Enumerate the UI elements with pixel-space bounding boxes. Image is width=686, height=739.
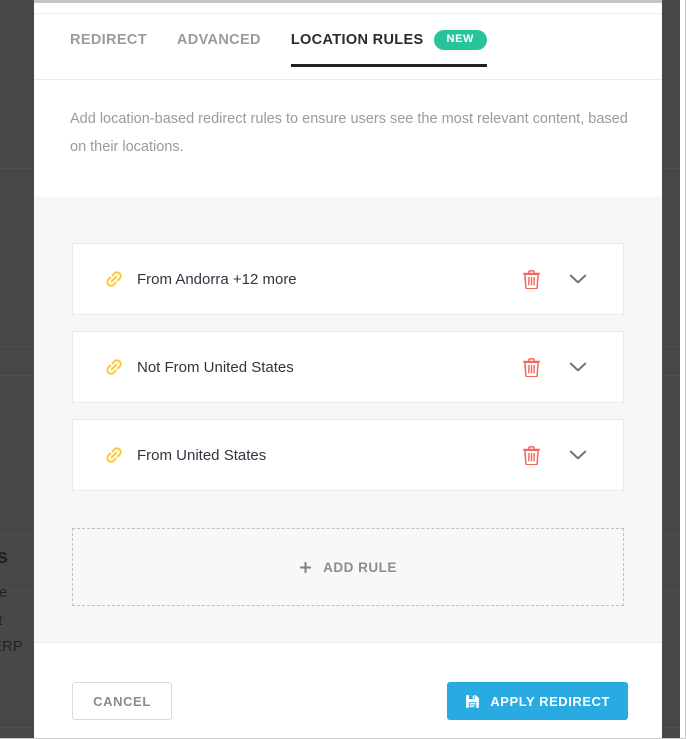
rule-label: From Andorra +12 more — [137, 270, 297, 288]
expand-rule-button[interactable] — [569, 361, 587, 373]
rule-list: From Andorra +12 more Not From United St… — [72, 243, 624, 507]
modal-top-accent-bar — [34, 0, 662, 3]
tab-advanced-label: ADVANCED — [176, 32, 261, 48]
modal-footer: CANCEL APPLY REDIRECT — [34, 644, 662, 738]
save-icon — [466, 694, 480, 708]
modal-tab-bar: REDIRECT ADVANCED LOCATION RULES NEW — [34, 14, 662, 80]
plus-icon — [300, 561, 312, 573]
delete-rule-button[interactable] — [523, 269, 540, 289]
link-icon — [106, 271, 122, 287]
row-actions — [523, 269, 587, 289]
apply-redirect-label: APPLY REDIRECT — [490, 693, 610, 709]
link-icon — [106, 359, 122, 375]
add-rule-label: ADD RULE — [323, 559, 397, 575]
apply-redirect-button[interactable]: APPLY REDIRECT — [447, 682, 628, 720]
chevron-down-icon — [569, 450, 587, 460]
tab-redirect-label: REDIRECT — [70, 32, 147, 48]
expand-rule-button[interactable] — [569, 273, 587, 285]
rule-label: Not From United States — [137, 358, 294, 376]
rules-panel: From Andorra +12 more Not From United St… — [34, 197, 662, 643]
new-badge: NEW — [433, 30, 488, 50]
table-row[interactable]: Not From United States — [72, 331, 624, 403]
chevron-down-icon — [569, 362, 587, 372]
table-row[interactable]: From Andorra +12 more — [72, 243, 624, 315]
delete-rule-button[interactable] — [523, 445, 540, 465]
link-icon — [106, 447, 122, 463]
row-actions — [523, 357, 587, 377]
row-actions — [523, 445, 587, 465]
trash-icon — [523, 357, 540, 377]
screen: nts o the ing t SERP REDIRECT ADVANCED — [0, 0, 686, 739]
delete-rule-button[interactable] — [523, 357, 540, 377]
rule-label: From United States — [137, 446, 267, 464]
location-rules-modal: REDIRECT ADVANCED LOCATION RULES NEW Add… — [34, 0, 662, 738]
trash-icon — [523, 269, 540, 289]
intro-description: Add location-based redirect rules to ens… — [70, 111, 628, 155]
tab-redirect[interactable]: REDIRECT — [70, 32, 147, 65]
tab-location-rules-label: LOCATION RULES — [290, 32, 424, 48]
add-rule-button[interactable]: ADD RULE — [72, 528, 624, 606]
expand-rule-button[interactable] — [569, 449, 587, 461]
tab-advanced[interactable]: ADVANCED — [177, 32, 261, 65]
table-row[interactable]: From United States — [72, 419, 624, 491]
chevron-down-icon — [569, 274, 587, 284]
tab-location-rules[interactable]: LOCATION RULES NEW — [290, 30, 488, 67]
cancel-button[interactable]: CANCEL — [72, 682, 172, 720]
trash-icon — [523, 445, 540, 465]
